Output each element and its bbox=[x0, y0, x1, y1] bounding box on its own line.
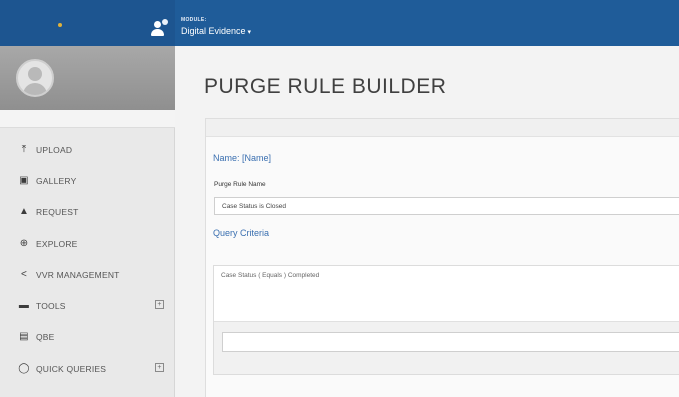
request-icon: ▲ bbox=[18, 206, 30, 218]
profile-panel bbox=[0, 46, 175, 110]
sidebar-item-gallery[interactable]: ▣ GALLERY bbox=[0, 165, 175, 196]
qbe-icon: ▤ bbox=[19, 331, 29, 343]
expand-icon[interactable]: + bbox=[155, 300, 164, 310]
rule-name-input[interactable] bbox=[214, 197, 679, 215]
top-bar: MODULE: Digital Evidence ▾ bbox=[0, 0, 679, 46]
upload-icon: ⤒ bbox=[21, 143, 27, 155]
module-dropdown[interactable]: Digital Evidence ▾ bbox=[181, 26, 251, 36]
module-value: Digital Evidence bbox=[181, 26, 246, 36]
sidebar-item-qbe[interactable]: ▤ QBE bbox=[0, 322, 175, 353]
sidebar-item-tools[interactable]: ▬ TOOLS + bbox=[0, 290, 175, 321]
brand-dot bbox=[58, 23, 62, 27]
panel-header bbox=[206, 119, 679, 137]
sidebar-item-upload[interactable]: ⤒ UPLOAD bbox=[0, 134, 175, 165]
query-criteria-heading: Query Criteria bbox=[213, 228, 270, 238]
expand-icon[interactable]: + bbox=[155, 363, 164, 373]
chevron-down-icon: ▾ bbox=[247, 29, 252, 36]
query-criteria-box: Case Status ( Equals ) Completed bbox=[213, 265, 679, 375]
sidebar-item-request[interactable]: ▲ REQUEST bbox=[0, 197, 175, 228]
main-content: PURGE RULE BUILDER Name: [Name] Purge Ru… bbox=[176, 46, 679, 397]
module-label: MODULE: bbox=[181, 17, 207, 23]
gallery-icon: ▣ bbox=[19, 174, 29, 186]
sidebar-item-label: QBE bbox=[36, 332, 55, 343]
page-title: PURGE RULE BUILDER bbox=[204, 75, 447, 98]
chat-icon: ◯ bbox=[18, 362, 30, 374]
sidebar-item-explore[interactable]: ⊕ EXPLORE bbox=[0, 228, 175, 259]
sidebar-item-label: TOOLS bbox=[36, 301, 66, 312]
name-heading: Name: [Name] bbox=[213, 153, 272, 163]
brand-area bbox=[0, 0, 175, 46]
query-criteria-text[interactable]: Case Status ( Equals ) Completed bbox=[214, 266, 679, 322]
sidebar-item-label: UPLOAD bbox=[36, 144, 73, 155]
sidebar-item-label: QUICK QUERIES bbox=[36, 363, 107, 374]
sidebar-item-vvr-management[interactable]: < VVR MANAGEMENT bbox=[0, 259, 175, 290]
avatar[interactable] bbox=[16, 59, 54, 97]
globe-icon: ⊕ bbox=[19, 237, 29, 249]
sidebar-item-label: REQUEST bbox=[36, 207, 79, 218]
sidebar-item-label: GALLERY bbox=[36, 175, 77, 186]
sidebar-item-label: EXPLORE bbox=[36, 238, 78, 249]
rule-name-label: Purge Rule Name bbox=[214, 181, 266, 188]
user-icon[interactable] bbox=[150, 19, 168, 37]
briefcase-icon: ▬ bbox=[18, 300, 30, 312]
query-input[interactable] bbox=[222, 332, 679, 352]
rule-builder-panel: Name: [Name] Purge Rule Name Query Crite… bbox=[205, 118, 679, 397]
sidebar-nav: ⤒ UPLOAD ▣ GALLERY ▲ REQUEST ⊕ EXPLORE <… bbox=[0, 134, 175, 384]
sidebar-search-bar[interactable] bbox=[0, 110, 175, 128]
share-icon: < bbox=[20, 268, 28, 280]
sidebar: ⤒ UPLOAD ▣ GALLERY ▲ REQUEST ⊕ EXPLORE <… bbox=[0, 46, 175, 397]
sidebar-item-label: VVR MANAGEMENT bbox=[36, 269, 120, 280]
sidebar-item-quick-queries[interactable]: ◯ QUICK QUERIES + bbox=[0, 353, 175, 384]
